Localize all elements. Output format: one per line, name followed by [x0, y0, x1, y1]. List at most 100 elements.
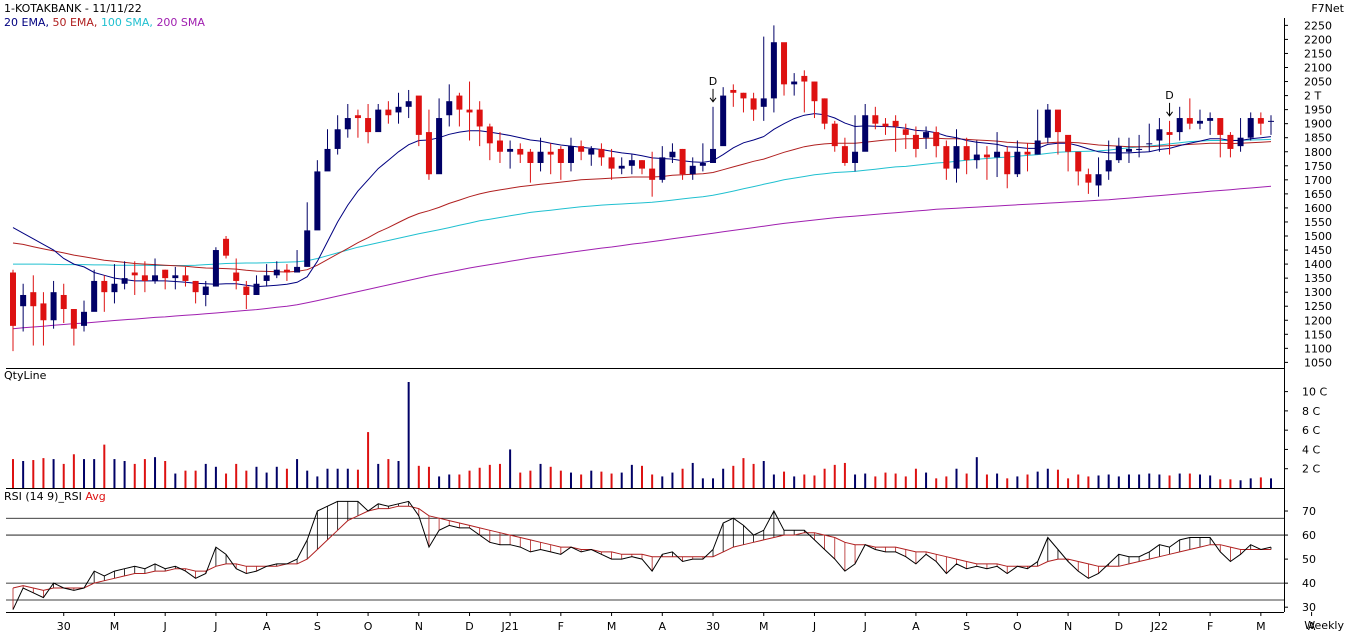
volume-y-tick-label: 8 C [1302, 405, 1320, 418]
x-axis-label: F [558, 620, 564, 633]
x-axis-label: M [1256, 620, 1266, 633]
candle-body [831, 123, 838, 147]
candle-body [943, 146, 950, 169]
x-axis-label: O [364, 620, 373, 633]
price-y-tick-label: 1950 [1304, 104, 1332, 117]
x-axis-label: N [1064, 620, 1072, 633]
x-axis-label: J21 [500, 620, 518, 633]
candle-body [304, 230, 311, 267]
dividend-marker-label: D [709, 75, 717, 88]
price-y-tick-label: 1500 [1304, 230, 1332, 243]
candle-body [1004, 151, 1011, 175]
candle-body [1237, 137, 1244, 147]
candle-body [567, 146, 574, 163]
candle-body [507, 148, 514, 152]
candle-body [1095, 174, 1102, 186]
candle-body [1115, 146, 1122, 161]
candle-body [344, 118, 351, 130]
candle-body [1186, 118, 1193, 124]
candle-body [121, 278, 128, 284]
x-axis-label: M [607, 620, 617, 633]
candle-body [152, 275, 159, 281]
candle-body [20, 294, 27, 307]
price-y-tick-label: 1250 [1304, 300, 1332, 313]
candle-body [425, 132, 432, 175]
candle-body [60, 294, 67, 310]
candle-body [476, 109, 483, 127]
candle-body [679, 148, 686, 175]
price-y-tick-label: 1050 [1304, 356, 1332, 369]
candle-body [162, 269, 169, 279]
candle-body [1065, 134, 1072, 152]
price-y-tick-label: 1400 [1304, 258, 1332, 271]
price-y-tick-label: 1850 [1304, 132, 1332, 145]
candle-body [1075, 151, 1082, 172]
price-y-tick-label: 1750 [1304, 160, 1332, 173]
x-axis-label: A [1308, 620, 1316, 633]
x-axis-label: J [163, 620, 167, 633]
candle-body [649, 168, 656, 180]
candle-body [770, 42, 777, 99]
candle-body [466, 109, 473, 113]
candle-body [852, 151, 859, 163]
candle-body [101, 280, 108, 293]
candle-body [1217, 118, 1224, 135]
candle-body [801, 75, 808, 82]
x-axis-label: 30 [706, 620, 720, 633]
candle-body [862, 115, 869, 152]
candle-body [963, 146, 970, 161]
candle-body [405, 101, 412, 107]
candle-body [212, 250, 219, 287]
candle-body [699, 162, 706, 166]
candle-body [689, 165, 696, 175]
rsi-y-tick-label: 60 [1302, 529, 1316, 542]
candle-body [588, 148, 595, 155]
candle-body [1125, 148, 1132, 152]
price-y-tick-label: 1900 [1304, 118, 1332, 131]
dividend-marker-arrow [709, 88, 717, 103]
candle-body [1014, 151, 1021, 175]
candle-body [172, 275, 179, 279]
candle-body [730, 89, 737, 93]
candle-body [192, 280, 199, 293]
candle-body [811, 81, 818, 102]
candle-body [892, 120, 899, 127]
candle-body [365, 118, 372, 133]
candle-body [1054, 109, 1061, 133]
stock-chart: 1050110011501200125013001350140014501500… [6, 18, 1332, 633]
candle-body [70, 309, 77, 329]
x-axis-label: F [1207, 620, 1213, 633]
candle-body [283, 269, 290, 273]
x-axis-label: J [213, 620, 217, 633]
candle-body [223, 238, 230, 256]
candle-body [182, 275, 189, 281]
candle-body [1136, 148, 1143, 150]
ema50-line [12, 137, 1272, 273]
candle-body [415, 95, 422, 135]
candle-body [1166, 132, 1173, 135]
price-y-tick-label: 1450 [1304, 244, 1332, 257]
candle-body [202, 286, 209, 295]
x-axis-label: J [812, 620, 816, 633]
rsi-avg-line [12, 505, 1271, 591]
volume-y-tick-label: 2 C [1302, 463, 1320, 476]
candle-body [760, 98, 767, 107]
price-y-tick-label: 1100 [1304, 342, 1332, 355]
candle-body [324, 148, 331, 172]
rsi-y-tick-label: 30 [1302, 601, 1316, 614]
candle-body [1044, 109, 1051, 138]
x-axis-label: S [314, 620, 321, 633]
candle-body [841, 146, 848, 163]
candle-body [273, 269, 280, 276]
price-y-tick-label: 1200 [1304, 314, 1332, 327]
candle-body [578, 146, 585, 152]
candle-body [547, 151, 554, 155]
candle-body [1034, 140, 1041, 155]
candle-body [933, 132, 940, 147]
price-y-tick-label: 2050 [1304, 76, 1332, 89]
candle-body [659, 157, 666, 180]
rsi-y-tick-label: 50 [1302, 553, 1316, 566]
price-y-tick-label: 1300 [1304, 286, 1332, 299]
sma200-line [12, 185, 1272, 330]
candle-body [872, 115, 879, 124]
